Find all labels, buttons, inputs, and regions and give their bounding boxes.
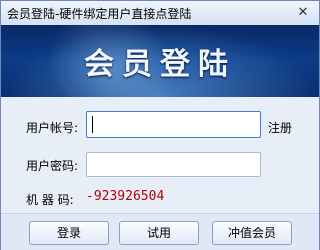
login-window: 会员登陆-硬件绑定用户直接点登陆 ✕ 会员登陆 用户帐号: 注册 用户密码: 机… (0, 0, 320, 250)
banner-title: 会员登陆 (84, 47, 236, 82)
machine-code-value: -923926504 (86, 189, 165, 204)
title-bar[interactable]: 会员登陆-硬件绑定用户直接点登陆 ✕ (1, 1, 319, 25)
account-label: 用户帐号: (26, 121, 79, 135)
button-bar: 登录 试用 冲值会员 (1, 213, 319, 250)
register-link[interactable]: 注册 (268, 119, 292, 136)
account-input[interactable] (86, 111, 261, 138)
password-input[interactable] (86, 152, 261, 177)
close-icon[interactable]: ✕ (292, 4, 314, 22)
banner: 会员登陆 (1, 25, 319, 97)
machine-code-label: 机 器 码: (26, 193, 74, 207)
text-caret (92, 116, 93, 133)
password-label: 用户密码: (26, 159, 79, 173)
window-title: 会员登陆-硬件绑定用户直接点登陆 (7, 7, 192, 21)
trial-button[interactable]: 试用 (119, 221, 199, 245)
login-button[interactable]: 登录 (29, 221, 109, 245)
recharge-button[interactable]: 冲值会员 (212, 221, 292, 245)
